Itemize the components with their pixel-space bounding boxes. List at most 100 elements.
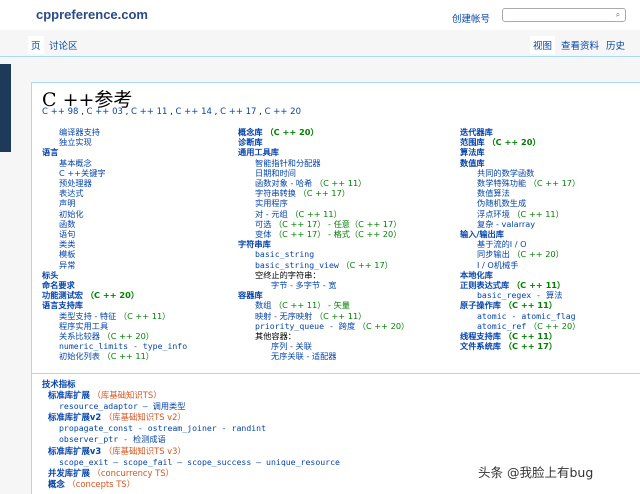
search-icon[interactable]: ⌕ bbox=[613, 10, 623, 20]
item-link[interactable]: 智能指针和分配器 bbox=[255, 158, 321, 168]
spec-link[interactable]: 标准库扩展v2 bbox=[48, 412, 101, 422]
item-link[interactable]: 声明 bbox=[59, 198, 75, 208]
item-link[interactable]: 容器库 bbox=[238, 290, 263, 300]
item-link[interactable]: 通用工具库 bbox=[238, 147, 279, 157]
list-item: 功能测试宏 （C ++ 20） bbox=[42, 290, 237, 300]
list-item: 变体 （C ++ 17） - 格式（C ++ 20） bbox=[238, 229, 458, 239]
item-link[interactable]: basic_regex - 算法 bbox=[477, 290, 562, 300]
version-link[interactable]: C ++ 03 bbox=[87, 107, 123, 117]
item-link[interactable]: 关系比较器 bbox=[59, 331, 100, 341]
tab-view-source[interactable]: 查看资料 bbox=[558, 36, 602, 54]
item-link[interactable]: 初始化 bbox=[59, 209, 84, 219]
spec-link[interactable]: 标准库扩展v3 bbox=[48, 446, 101, 456]
tab-view[interactable]: 视图 bbox=[530, 36, 556, 54]
item-link[interactable]: 字符串转换 bbox=[255, 188, 296, 198]
item-link[interactable]: 语句 bbox=[59, 229, 75, 239]
item-link[interactable]: 输入/输出库 bbox=[460, 229, 504, 239]
item-link[interactable]: 序列 - 关联 bbox=[271, 341, 312, 351]
item-link[interactable]: 同步输出 bbox=[477, 249, 510, 259]
item-link[interactable]: atomic - atomic_flag bbox=[477, 311, 576, 321]
item-link[interactable]: atomic_ref bbox=[477, 321, 526, 331]
item-link[interactable]: 标头 bbox=[42, 270, 58, 280]
item-link[interactable]: 基本概念 bbox=[59, 158, 92, 168]
item-link[interactable]: 基于流的I / O bbox=[477, 239, 527, 249]
item-link[interactable]: 字符串库 bbox=[238, 239, 271, 249]
item-link[interactable]: 概念库 bbox=[238, 127, 263, 137]
item-link[interactable]: 语言 bbox=[42, 147, 58, 157]
item-link[interactable]: 语言支持库 bbox=[42, 300, 83, 310]
item-link[interactable]: 变体 bbox=[255, 229, 271, 239]
spec-link[interactable]: scope_exit — scope_fail — scope_success … bbox=[59, 457, 340, 467]
spec-link[interactable]: propagate_const - ostream_joiner - randi… bbox=[59, 423, 266, 433]
item-link[interactable]: 表达式 bbox=[59, 188, 84, 198]
version-link[interactable]: C ++ 11 bbox=[131, 107, 167, 117]
item-link[interactable]: 原子操作库 bbox=[460, 300, 501, 310]
item-link[interactable]: 类类 bbox=[59, 239, 75, 249]
item-link[interactable]: numeric_limits - type_info bbox=[59, 341, 187, 351]
version-tag: （C ++ 17） - 任意（C ++ 17） bbox=[271, 218, 402, 229]
item-link: 其他容器： bbox=[255, 331, 296, 342]
item-link[interactable]: 算法库 bbox=[460, 147, 485, 157]
item-link[interactable]: 复杂 - valarray bbox=[477, 219, 535, 229]
item-link[interactable]: 类型支持 - 特征 bbox=[59, 311, 116, 321]
item-link[interactable]: 共同的数学函数 bbox=[477, 168, 534, 178]
version-link[interactable]: C ++ 17 bbox=[220, 107, 256, 117]
item-link[interactable]: 函数对象 - 哈希 bbox=[255, 178, 312, 188]
item-link[interactable]: 实用程序 bbox=[255, 198, 288, 208]
item-link[interactable]: basic_string_view bbox=[255, 260, 339, 270]
item-link[interactable]: 对 - 元组 bbox=[255, 209, 288, 219]
item-link[interactable]: 日期和时间 bbox=[255, 168, 296, 178]
item-link[interactable]: 初始化列表 bbox=[59, 351, 100, 361]
item-link[interactable]: 本地化库 bbox=[460, 270, 493, 280]
item-link[interactable]: 可选 bbox=[255, 219, 271, 229]
item-link[interactable]: 命名要求 bbox=[42, 280, 75, 290]
item-link[interactable]: 模板 bbox=[59, 249, 75, 259]
tab-page[interactable]: 页 bbox=[28, 36, 44, 54]
item-link[interactable]: 正则表达式库 bbox=[460, 280, 509, 290]
item-link[interactable]: 功能测试宏 bbox=[42, 290, 83, 300]
spec-link[interactable]: observer_ptr - 检测成语 bbox=[59, 434, 166, 444]
item-link[interactable]: 程序实用工具 bbox=[59, 321, 108, 331]
version-link[interactable]: C ++ 20 bbox=[265, 107, 301, 117]
item-link[interactable]: 预处理器 bbox=[59, 178, 92, 188]
search-input[interactable]: ⌕ bbox=[502, 8, 626, 22]
item-link[interactable]: 浮点环境 bbox=[477, 209, 510, 219]
item-link[interactable]: 数组 bbox=[255, 300, 271, 310]
ts-tag: （concurrency TS） bbox=[89, 467, 174, 478]
item-link[interactable]: 无序关联 - 适配器 bbox=[271, 351, 336, 361]
spec-item: 标准库扩展v2 （库基础知识TS v2） bbox=[42, 412, 340, 423]
item-link[interactable]: 数值库 bbox=[460, 158, 485, 168]
tab-history[interactable]: 历史 bbox=[603, 36, 628, 54]
version-tag: （C ++ 20） bbox=[484, 137, 541, 148]
spec-link[interactable]: resource_adaptor — 调用类型 bbox=[59, 401, 185, 411]
item-link[interactable]: basic_string bbox=[255, 249, 314, 259]
item-link[interactable]: 映射 - 无序映射 bbox=[255, 311, 312, 321]
site-logo[interactable]: cppreference.com bbox=[36, 7, 148, 22]
item-link[interactable]: 迭代器库 bbox=[460, 127, 493, 137]
item-link[interactable]: 编译器支持 bbox=[59, 127, 100, 137]
spec-link[interactable]: 并发库扩展 bbox=[48, 468, 90, 478]
item-link[interactable]: 诊断库 bbox=[238, 137, 263, 147]
item-link[interactable]: C ++关键字 bbox=[59, 168, 106, 178]
item-link[interactable]: 线程支持库 bbox=[460, 331, 501, 341]
item-link[interactable]: I / O机械手 bbox=[477, 260, 518, 270]
create-account-link[interactable]: 创建帐号 bbox=[452, 11, 490, 25]
list-item: 初始化列表 （C ++ 11） bbox=[42, 351, 237, 361]
item-link[interactable]: 数值算法 bbox=[477, 188, 510, 198]
item-link[interactable]: 文件系统库 bbox=[460, 341, 501, 351]
item-link[interactable]: priority_queue - 跨度 bbox=[255, 321, 355, 331]
spec-link[interactable]: 标准库扩展 bbox=[48, 390, 90, 400]
item-link[interactable]: 独立实现 bbox=[59, 137, 92, 147]
version-link[interactable]: C ++ 14 bbox=[176, 107, 212, 117]
item-link[interactable]: 字节 - 多字节 - 宽 bbox=[271, 280, 336, 290]
item-link[interactable]: 异常 bbox=[59, 260, 75, 270]
item-link[interactable]: 范围库 bbox=[460, 137, 485, 147]
item-link[interactable]: 伪随机数生成 bbox=[477, 198, 526, 208]
spec-link[interactable]: 技术指标 bbox=[42, 379, 76, 389]
version-link[interactable]: C ++ 98 bbox=[42, 107, 78, 117]
tab-discussion[interactable]: 讨论区 bbox=[46, 36, 81, 54]
item-link[interactable]: 数学特殊功能 bbox=[477, 178, 526, 188]
spec-link[interactable]: 概念 bbox=[48, 479, 65, 489]
list-item: 初始化 bbox=[42, 209, 237, 219]
item-link[interactable]: 函数 bbox=[59, 219, 75, 229]
